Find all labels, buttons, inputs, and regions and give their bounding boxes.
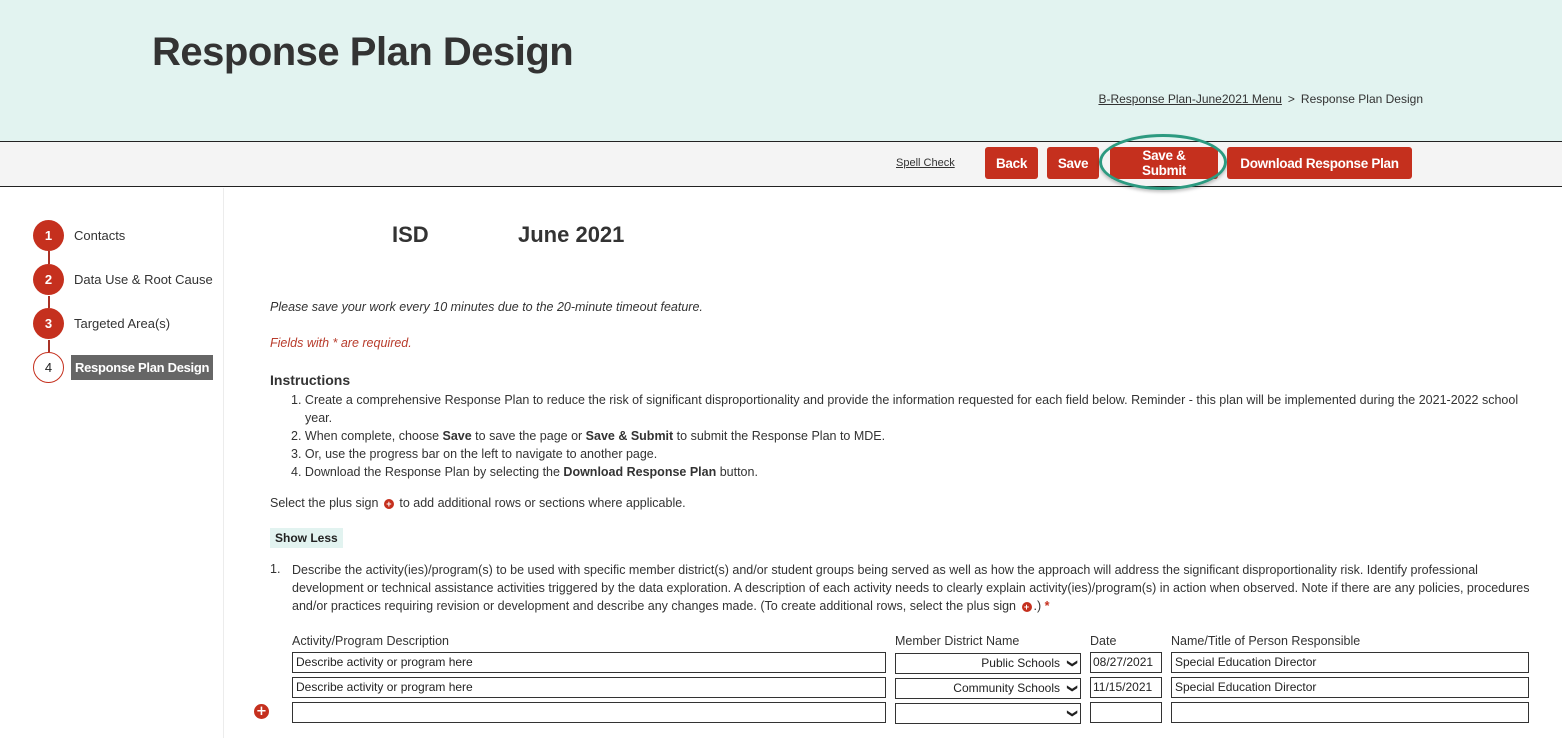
- breadcrumb-current: Response Plan Design: [1300, 92, 1423, 106]
- date-input[interactable]: [1090, 702, 1162, 723]
- show-less-button[interactable]: Show Less: [270, 528, 343, 548]
- save-submit-button[interactable]: Save & Submit: [1110, 147, 1218, 179]
- instructions-title: Instructions: [270, 372, 351, 388]
- question-text: Describe the activity(ies)/program(s) to…: [292, 563, 1530, 613]
- breadcrumb-separator: >: [1287, 92, 1295, 106]
- column-header-district: Member District Name: [895, 634, 1020, 648]
- activity-description-input[interactable]: Describe activity or program here: [292, 652, 886, 673]
- breadcrumb: B-Response Plan-June2021 Menu > Response P…: [1098, 92, 1423, 106]
- save-button[interactable]: Save: [1047, 147, 1099, 179]
- step-number: 3: [33, 308, 64, 339]
- plus-circle-icon: +: [383, 498, 394, 509]
- member-district-select[interactable]: Community Schools ❯: [895, 678, 1081, 699]
- chevron-down-icon: ❯: [1066, 684, 1078, 693]
- date-input[interactable]: 08/27/2021: [1090, 652, 1162, 673]
- date-input[interactable]: 11/15/2021: [1090, 677, 1162, 698]
- required-fields-note: Fields with * are required.: [270, 336, 412, 350]
- entity-name: ISD: [392, 222, 429, 247]
- chevron-down-icon: ❯: [1066, 659, 1078, 668]
- sidebar-step-response-plan-design[interactable]: 4 Response Plan Design: [33, 352, 214, 383]
- step-label: Response Plan Design: [71, 355, 214, 380]
- add-row-button[interactable]: +: [254, 704, 269, 719]
- save-reminder: Please save your work every 10 minutes d…: [270, 300, 703, 314]
- breadcrumb-parent-link[interactable]: B-Response Plan-June2021 Menu: [1098, 92, 1281, 106]
- step-number: 4: [33, 352, 64, 383]
- instruction-item: 1. Create a comprehensive Response Plan …: [291, 393, 1519, 425]
- back-button[interactable]: Back: [985, 147, 1038, 179]
- page-header: Response Plan Design B-Response Plan-Jun…: [0, 0, 1562, 141]
- required-marker: *: [1044, 599, 1050, 613]
- sidebar-step-data-use[interactable]: 2 Data Use & Root Cause: [33, 264, 213, 295]
- step-connector: [48, 340, 50, 352]
- person-responsible-input[interactable]: Special Education Director: [1171, 677, 1529, 698]
- plus-circle-icon: +: [1021, 601, 1032, 612]
- activity-description-input[interactable]: Describe activity or program here: [292, 677, 886, 698]
- step-number: 2: [33, 264, 64, 295]
- chevron-down-icon: ❯: [1066, 709, 1078, 718]
- download-response-plan-button[interactable]: Download Response Plan: [1227, 147, 1412, 179]
- activity-description-input[interactable]: [292, 702, 886, 723]
- instruction-item: 3. Or, use the progress bar on the left …: [291, 447, 658, 461]
- plus-sign-note: Select the plus sign + to add additional…: [270, 496, 686, 510]
- main-content: ISD June 2021 Please save your work ever…: [225, 188, 1562, 738]
- instruction-item: 2. When complete, choose Save to save th…: [291, 429, 886, 443]
- step-label: Contacts: [74, 228, 126, 243]
- sidebar-step-targeted-areas[interactable]: 3 Targeted Area(s): [33, 308, 170, 339]
- step-connector: [48, 251, 50, 264]
- column-header-activity: Activity/Program Description: [292, 634, 449, 648]
- instruction-item: 4. Download the Response Plan by selecti…: [291, 465, 758, 479]
- action-toolbar: Spell Check Back Save Save & Submit Down…: [0, 134, 1562, 190]
- step-number: 1: [33, 220, 64, 251]
- sidebar-step-contacts[interactable]: 1 Contacts: [33, 220, 125, 251]
- period-label: June 2021: [518, 222, 625, 247]
- step-label: Data Use & Root Cause: [74, 272, 213, 287]
- page-title: Response Plan Design: [152, 30, 574, 74]
- column-header-person: Name/Title of Person Responsible: [1171, 634, 1361, 648]
- member-district-select[interactable]: ❯: [895, 703, 1081, 724]
- spell-check-link[interactable]: Spell Check: [896, 157, 955, 169]
- step-label: Targeted Area(s): [74, 316, 171, 331]
- question-number: 1.: [270, 562, 281, 576]
- person-responsible-input[interactable]: Special Education Director: [1171, 652, 1529, 673]
- column-header-date: Date: [1090, 634, 1117, 648]
- progress-sidebar: 1 Contacts 2 Data Use & Root Cause 3 Tar…: [0, 188, 224, 738]
- instructions-list: 1. Create a comprehensive Response Plan …: [291, 391, 1536, 481]
- person-responsible-input[interactable]: [1171, 702, 1529, 723]
- step-connector: [48, 296, 50, 308]
- member-district-select[interactable]: Public Schools ❯: [895, 653, 1081, 674]
